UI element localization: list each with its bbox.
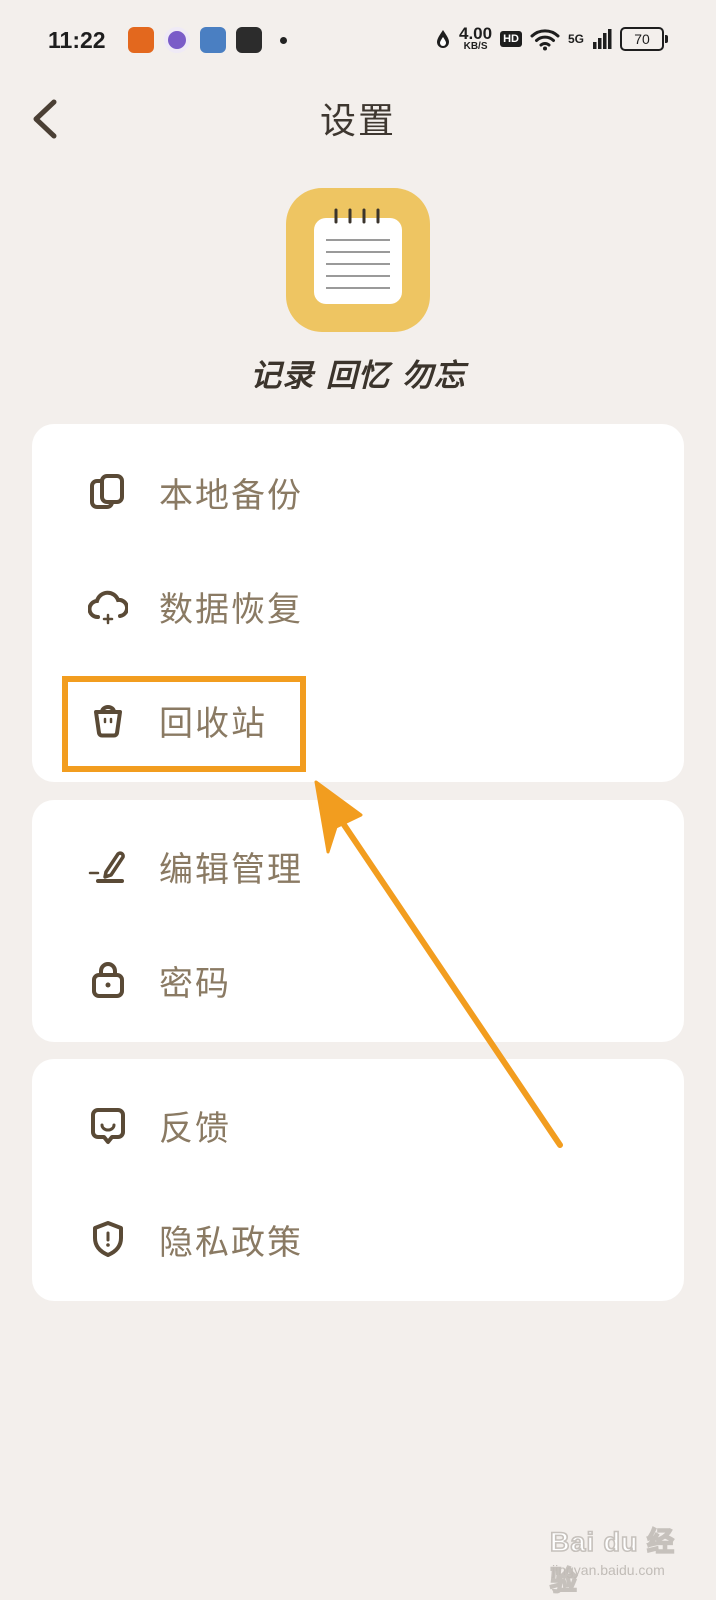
network-type: 5G [567,31,584,46]
app-notification-icon [128,27,154,53]
menu-label: 隐私政策 [159,1223,303,1263]
watermark-url: jingyan.baidu.com [552,1562,665,1578]
settings-group-edit: 编辑管理 密码 [32,800,684,1042]
menu-item-privacy-policy[interactable]: 隐私政策 [32,1181,684,1297]
cloud-restore-icon [88,590,128,625]
menu-item-edit-manage[interactable]: 编辑管理 [32,808,684,924]
more-notifications-dot [280,36,287,44]
notepad-icon [314,208,402,304]
shield-icon [93,1221,123,1257]
menu-label: 反馈 [159,1109,231,1149]
hd-badge: HD [500,30,522,47]
battery-icon: 70 [620,26,668,51]
status-bar: 11:22 4.00 KB/S HD 5G 70 [0,0,716,84]
menu-label: 数据恢复 [159,590,303,630]
baidu-watermark: Bai du 经验 jingyan.baidu.com [549,1510,700,1597]
notification-icons [128,27,287,53]
watermark-text: Bai du 经验 [549,1526,676,1597]
settings-group-about: 反馈 隐私政策 [32,1059,684,1301]
menu-label: 本地备份 [159,476,303,516]
pen-icon [88,851,125,883]
menu-label: 编辑管理 [159,850,303,890]
lock-icon [92,962,124,998]
app-notification-icon [236,27,262,53]
feedback-icon [91,1108,125,1144]
app-slogan: 记录 回忆 勿忘 [250,358,466,394]
app-notification-icon [200,27,226,53]
highlight-box [62,676,306,772]
app-notification-icon [164,27,190,53]
menu-item-data-restore[interactable]: 数据恢复 [32,548,684,664]
data-drop-icon [437,29,449,48]
network-speed: 4.00 KB/S [459,24,493,52]
menu-item-feedback[interactable]: 反馈 [32,1067,684,1183]
status-indicators: 4.00 KB/S HD 5G 70 [435,24,668,52]
signal-icon [593,28,612,49]
wifi-icon [530,28,560,50]
page-title: 设置 [319,101,396,142]
copy-icon [90,474,124,509]
menu-label: 密码 [159,964,231,1004]
app-logo [286,188,430,332]
menu-item-password[interactable]: 密码 [32,922,684,1038]
status-time: 11:22 [48,27,106,53]
menu-item-local-backup[interactable]: 本地备份 [32,434,684,550]
